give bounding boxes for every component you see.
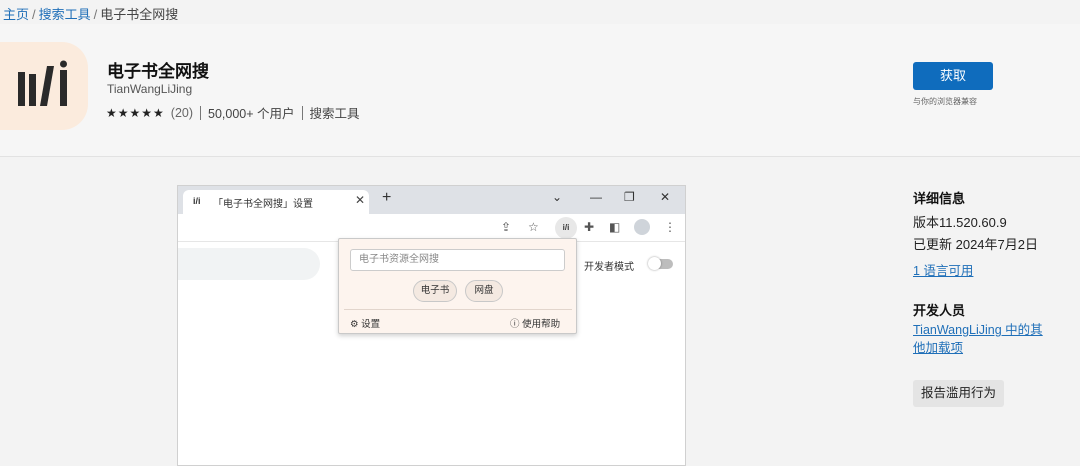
extension-header: 电子书全网搜 TianWangLiJing ★★★★★ (20) 50,000+… bbox=[0, 24, 1080, 157]
minimize-icon: — bbox=[590, 190, 602, 204]
get-button[interactable]: 获取 bbox=[913, 62, 993, 90]
profile-avatar bbox=[634, 219, 650, 235]
browser-tab: i/i 「电子书全网搜」设置 ✕ bbox=[183, 190, 369, 214]
share-icon: ⇪ bbox=[501, 220, 512, 234]
report-abuse-button[interactable]: 报告滥用行为 bbox=[913, 380, 1004, 407]
chip-ebook: 电子书 bbox=[413, 280, 457, 302]
dev-mode-toggle bbox=[648, 257, 673, 270]
extension-author: TianWangLiJing bbox=[107, 82, 193, 96]
breadcrumb-separator: / bbox=[32, 7, 36, 22]
updated-text: 已更新 2024年7月2日 bbox=[913, 237, 1038, 252]
meta-divider bbox=[301, 105, 303, 120]
breadcrumb: 主页 / 搜索工具 / 电子书全网搜 bbox=[3, 4, 178, 23]
extension-screenshot[interactable]: i/i 「电子书全网搜」设置 ✕ + ⌄ — ❐ ✕ ⇪ ☆ i/i ✚ ◧ ⋮… bbox=[177, 185, 686, 466]
developer-more-link[interactable]: TianWangLiJing 中的其他加载项 bbox=[913, 321, 1053, 357]
chip-netdisk: 网盘 bbox=[465, 280, 503, 302]
chevron-down-icon: ⌄ bbox=[552, 190, 563, 204]
extension-meta: ★★★★★ (20) 50,000+ 个用户 搜索工具 bbox=[106, 103, 360, 122]
user-count: 50,000+ 个用户 bbox=[208, 107, 295, 121]
extension-favicon-icon: i/i bbox=[193, 196, 201, 206]
popup-divider bbox=[344, 309, 572, 310]
rating-count[interactable]: (20) bbox=[171, 106, 193, 120]
gear-icon: ⚙ bbox=[350, 319, 359, 330]
breadcrumb-category-link[interactable]: 搜索工具 bbox=[39, 7, 91, 22]
breadcrumb-separator: / bbox=[93, 7, 98, 22]
rating-stars: ★★★★★ bbox=[106, 105, 165, 120]
breadcrumb-home-link[interactable]: 主页 bbox=[3, 7, 29, 22]
extension-popup: 电子书资源全网搜 电子书 网盘 ⚙ 设置 ⓘ 使用帮助 bbox=[338, 238, 577, 334]
extension-logo bbox=[0, 42, 88, 130]
books-logo-icon bbox=[18, 60, 67, 106]
details-heading: 详细信息 bbox=[913, 191, 966, 206]
popup-help-label: 使用帮助 bbox=[522, 319, 561, 330]
category-label[interactable]: 搜索工具 bbox=[310, 103, 360, 122]
tab-title: 「电子书全网搜」设置 bbox=[213, 199, 313, 210]
restore-icon: ❐ bbox=[624, 190, 635, 204]
star-icon: ☆ bbox=[528, 220, 539, 234]
popup-settings: ⚙ 设置 bbox=[350, 316, 380, 330]
popup-settings-label: 设置 bbox=[361, 319, 381, 330]
version-text: 版本11.520.60.9 bbox=[913, 215, 1007, 230]
browser-tabbar: i/i 「电子书全网搜」设置 ✕ + ⌄ — ❐ ✕ bbox=[178, 186, 685, 214]
meta-divider bbox=[200, 105, 202, 120]
developer-heading: 开发人员 bbox=[913, 303, 966, 318]
compat-note: 与你的浏览器兼容 bbox=[913, 97, 977, 106]
extension-title: 电子书全网搜 bbox=[107, 62, 209, 81]
close-icon: ✕ bbox=[355, 193, 366, 207]
popup-search-input: 电子书资源全网搜 bbox=[350, 249, 565, 271]
sidepanel-icon: ◧ bbox=[609, 220, 621, 234]
popup-help: ⓘ 使用帮助 bbox=[510, 316, 560, 330]
puzzle-icon: ✚ bbox=[584, 220, 595, 234]
settings-search-bar bbox=[178, 248, 320, 280]
extension-toolbar-icon: i/i bbox=[555, 217, 577, 239]
close-window-icon: ✕ bbox=[660, 190, 671, 204]
help-icon: ⓘ bbox=[510, 319, 520, 330]
more-vert-icon: ⋮ bbox=[664, 220, 676, 234]
breadcrumb-current: 电子书全网搜 bbox=[100, 7, 179, 22]
plus-icon: + bbox=[382, 189, 392, 206]
languages-link[interactable]: 1 语言可用 bbox=[913, 260, 973, 279]
dev-mode-label: 开发者模式 bbox=[584, 262, 634, 273]
